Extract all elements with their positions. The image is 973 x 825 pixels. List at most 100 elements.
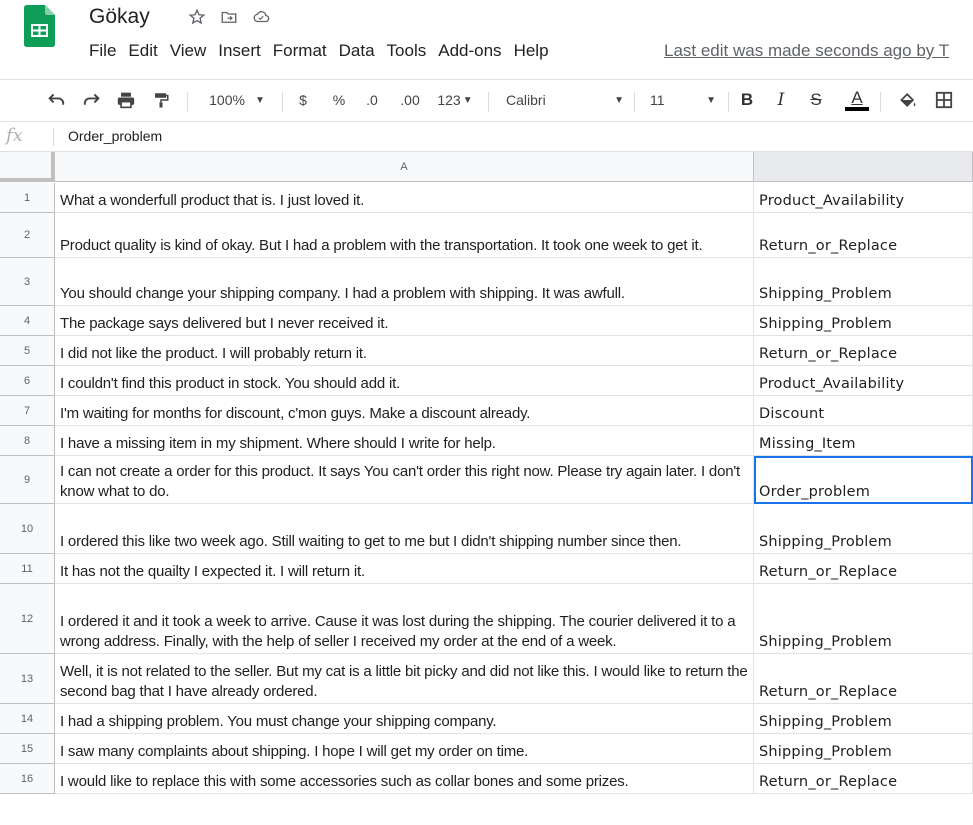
- row-header[interactable]: 14: [0, 704, 55, 734]
- fill-color-icon[interactable]: [896, 88, 920, 112]
- cell-a[interactable]: I have a missing item in my shipment. Wh…: [55, 426, 754, 456]
- cell-b[interactable]: Return_or_Replace: [754, 654, 973, 704]
- cell-b[interactable]: Return_or_Replace: [754, 213, 973, 258]
- zoom-select[interactable]: 100% ▼: [202, 88, 272, 112]
- chevron-down-icon: ▼: [614, 94, 624, 106]
- cell-a[interactable]: The package says delivered but I never r…: [55, 306, 754, 336]
- row-header[interactable]: 11: [0, 554, 55, 584]
- toolbar: 100% ▼ $ % .0 .00 123 ▼ Calibri ▼ 11 ▼ B…: [0, 79, 973, 120]
- last-edit-link[interactable]: Last edit was made seconds ago by T: [664, 41, 949, 61]
- cell-a[interactable]: I saw many complaints about shipping. I …: [55, 734, 754, 764]
- cell-b[interactable]: Shipping_Problem: [754, 584, 973, 654]
- cell-b[interactable]: Product_Availability: [754, 366, 973, 396]
- row-header[interactable]: 6: [0, 366, 55, 396]
- row-header[interactable]: 7: [0, 396, 55, 426]
- row-header[interactable]: 10: [0, 504, 55, 554]
- text-color-button[interactable]: A: [844, 88, 870, 112]
- row-header[interactable]: 2: [0, 213, 55, 258]
- menu-data[interactable]: Data: [339, 41, 375, 61]
- row-header[interactable]: 1: [0, 183, 55, 213]
- cell-a[interactable]: I would like to replace this with some a…: [55, 764, 754, 794]
- borders-icon[interactable]: [932, 88, 956, 112]
- menu-bar: File Edit View Insert Format Data Tools …: [89, 41, 561, 61]
- row-header[interactable]: 4: [0, 306, 55, 336]
- row-header[interactable]: 8: [0, 426, 55, 456]
- cell-a[interactable]: I ordered it and it took a week to arriv…: [55, 584, 754, 654]
- toolbar-separator: [880, 92, 881, 112]
- toolbar-separator: [634, 92, 635, 112]
- menu-edit[interactable]: Edit: [128, 41, 157, 61]
- fx-icon: fx: [6, 125, 23, 146]
- row-header[interactable]: 16: [0, 764, 55, 794]
- undo-icon[interactable]: [44, 88, 68, 112]
- toolbar-separator: [488, 92, 489, 112]
- format-percent-button[interactable]: %: [329, 88, 349, 112]
- print-icon[interactable]: [114, 88, 138, 112]
- cell-a[interactable]: What a wonderfull product that is. I jus…: [55, 183, 754, 213]
- bold-button[interactable]: B: [736, 88, 758, 112]
- menu-view[interactable]: View: [170, 41, 207, 61]
- cell-a[interactable]: I can not create a order for this produc…: [55, 456, 754, 504]
- cell-b[interactable]: Product_Availability: [754, 183, 973, 213]
- cell-a[interactable]: Well, it is not related to the seller. B…: [55, 654, 754, 704]
- cell-a[interactable]: I had a shipping problem. You must chang…: [55, 704, 754, 734]
- menu-help[interactable]: Help: [514, 41, 549, 61]
- cell-a[interactable]: You should change your shipping company.…: [55, 258, 754, 306]
- cell-b[interactable]: Discount: [754, 396, 973, 426]
- row-header[interactable]: 13: [0, 654, 55, 704]
- column-header-b[interactable]: [754, 152, 973, 182]
- font-size-select[interactable]: 11 ▼: [644, 88, 720, 112]
- toolbar-separator: [728, 92, 729, 112]
- cell-b[interactable]: Return_or_Replace: [754, 554, 973, 584]
- cell-a[interactable]: It has not the quailty I expected it. I …: [55, 554, 754, 584]
- star-icon[interactable]: [187, 7, 207, 27]
- cell-b[interactable]: Missing_Item: [754, 426, 973, 456]
- more-formats-button[interactable]: 123 ▼: [432, 88, 478, 112]
- menu-file[interactable]: File: [89, 41, 116, 61]
- cell-a[interactable]: I'm waiting for months for discount, c'm…: [55, 396, 754, 426]
- format-currency-button[interactable]: $: [293, 88, 313, 112]
- increase-decimal-button[interactable]: .00: [395, 88, 425, 112]
- cell-b[interactable]: Return_or_Replace: [754, 336, 973, 366]
- menu-format[interactable]: Format: [273, 41, 327, 61]
- menu-tools[interactable]: Tools: [387, 41, 427, 61]
- decrease-decimal-button[interactable]: .0: [360, 88, 384, 112]
- chevron-down-icon: ▼: [462, 94, 473, 106]
- row-header[interactable]: 15: [0, 734, 55, 764]
- cell-b[interactable]: Order_problem: [754, 456, 973, 504]
- more-formats-label: 123: [437, 92, 461, 108]
- zoom-value: 100%: [209, 92, 245, 108]
- text-color-label: A: [851, 88, 863, 107]
- column-header-a[interactable]: A: [55, 152, 754, 182]
- select-all-corner[interactable]: [0, 152, 55, 182]
- menu-insert[interactable]: Insert: [218, 41, 261, 61]
- toolbar-separator: [282, 92, 283, 112]
- paint-format-icon[interactable]: [149, 88, 173, 112]
- strikethrough-button[interactable]: S: [805, 88, 827, 112]
- cell-b[interactable]: Shipping_Problem: [754, 504, 973, 554]
- row-header[interactable]: 9: [0, 456, 55, 504]
- title-bar: Gökay File Edit View Insert Format Data …: [0, 0, 973, 70]
- cloud-status-icon[interactable]: [251, 7, 271, 27]
- cell-a[interactable]: Product quality is kind of okay. But I h…: [55, 213, 754, 258]
- cell-a[interactable]: I couldn't find this product in stock. Y…: [55, 366, 754, 396]
- chevron-down-icon: ▼: [254, 94, 265, 106]
- row-header[interactable]: 3: [0, 258, 55, 306]
- formula-input[interactable]: Order_problem: [68, 128, 162, 144]
- document-title[interactable]: Gökay: [89, 5, 150, 29]
- row-header[interactable]: 12: [0, 584, 55, 654]
- cell-b[interactable]: Shipping_Problem: [754, 306, 973, 336]
- cell-a[interactable]: I did not like the product. I will proba…: [55, 336, 754, 366]
- cell-b[interactable]: Return_or_Replace: [754, 764, 973, 794]
- menu-add-ons[interactable]: Add-ons: [438, 41, 501, 61]
- row-header[interactable]: 5: [0, 336, 55, 366]
- redo-icon[interactable]: [80, 88, 104, 112]
- cell-b[interactable]: Shipping_Problem: [754, 734, 973, 764]
- cell-b[interactable]: Shipping_Problem: [754, 704, 973, 734]
- cell-b[interactable]: Shipping_Problem: [754, 258, 973, 306]
- move-to-folder-icon[interactable]: [219, 7, 239, 27]
- cell-a[interactable]: I ordered this like two week ago. Still …: [55, 504, 754, 554]
- sheets-logo-icon[interactable]: [24, 5, 55, 47]
- italic-button[interactable]: I: [770, 88, 792, 112]
- font-family-select[interactable]: Calibri ▼: [500, 88, 630, 112]
